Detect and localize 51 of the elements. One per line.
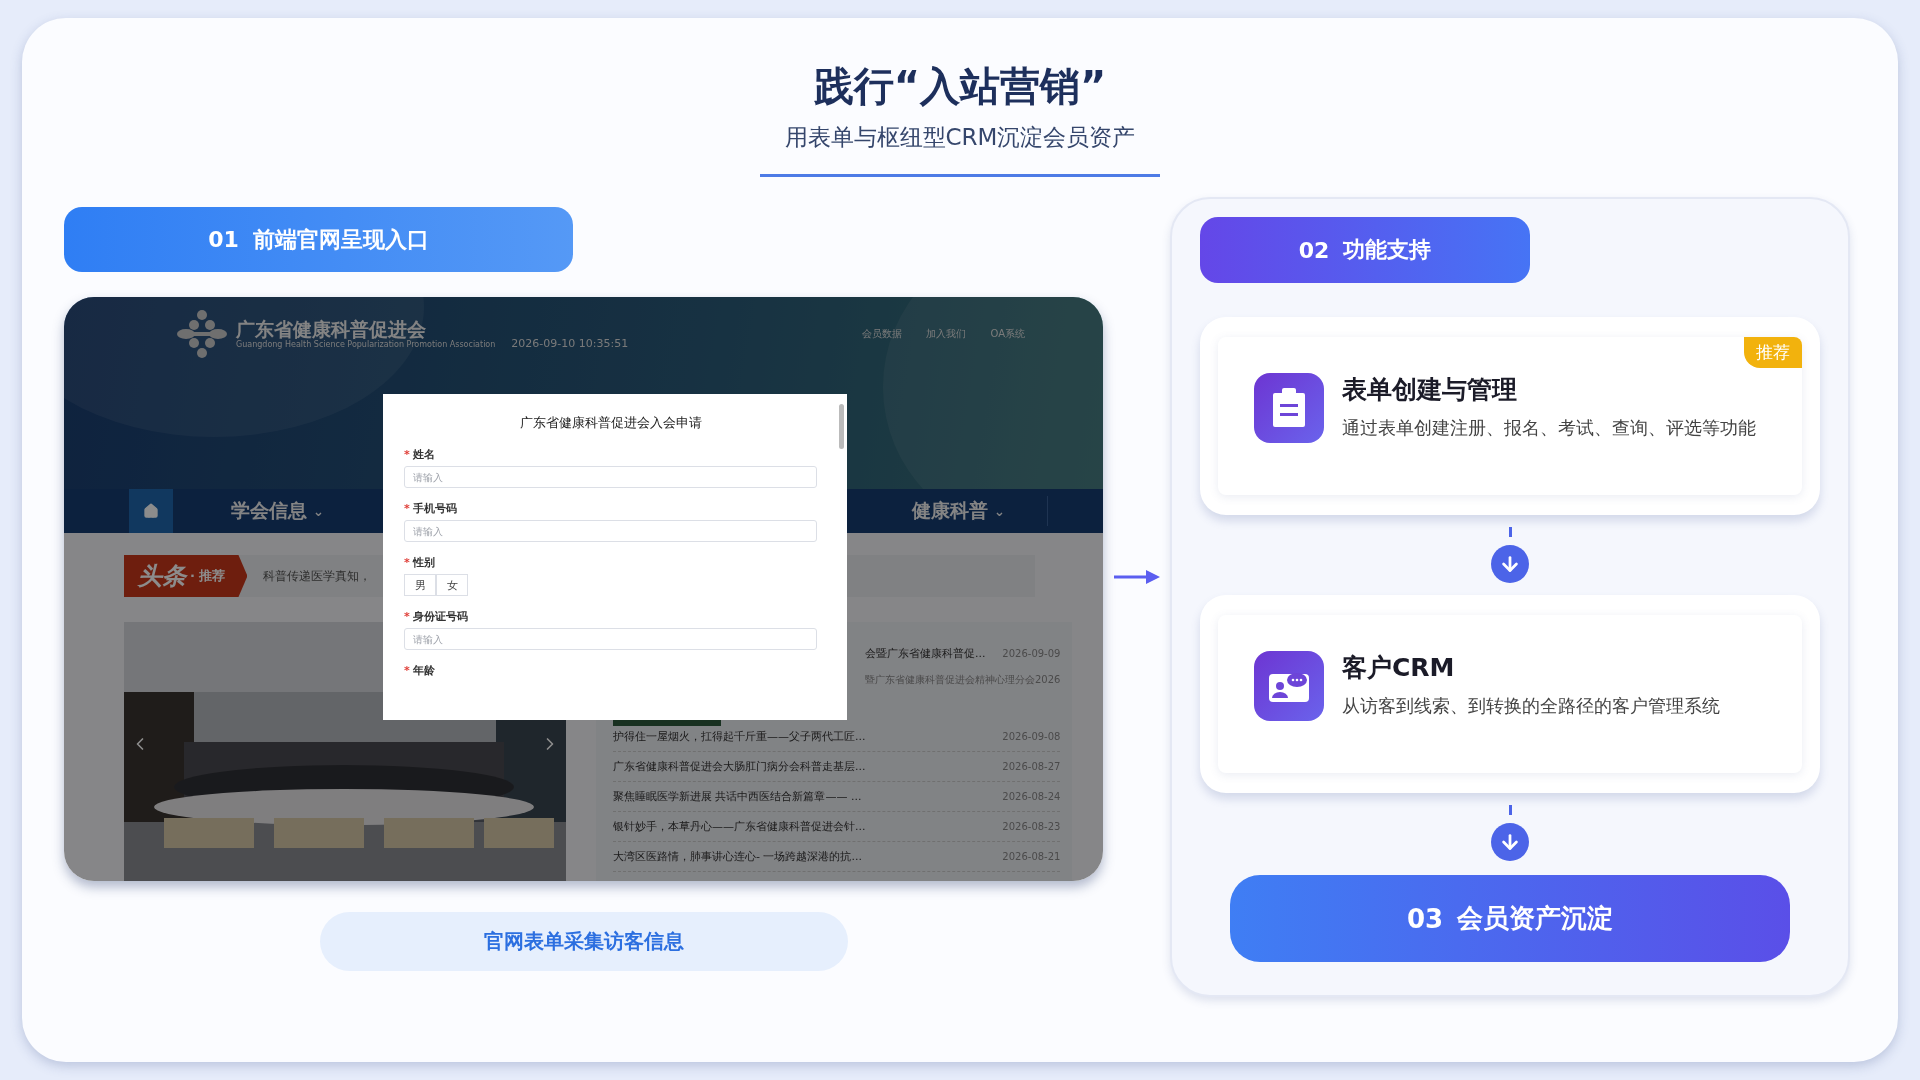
dialog-title: 广东省健康科普促进会入会申请 [518, 414, 703, 432]
step-label: 02 功能支持 [1200, 217, 1530, 283]
home-icon[interactable] [129, 489, 173, 533]
connector-drawing [1491, 805, 1529, 861]
headline-text: 科普传递医学真知， [263, 567, 372, 585]
news-date: 2026-08-23 [1002, 821, 1061, 832]
right-arrow-icon [1113, 569, 1160, 585]
input-field[interactable]: 请输入 [404, 628, 817, 650]
org-name-english: Guangdong Health Science Popularization Promotion Association [236, 340, 496, 350]
field-label: * 年龄 [404, 664, 436, 678]
top-link[interactable]: 会员数据 [862, 327, 903, 341]
caption: 官网表单采集访客信息 [319, 912, 848, 971]
feature-description: 从访客到线索、到转换的全路径的客户管理系统 [1342, 694, 1720, 718]
option-button[interactable]: 女 [436, 574, 468, 596]
feature-title: 表单创建与管理 [1342, 374, 1518, 406]
option-button[interactable]: 男 [404, 574, 436, 596]
news-title[interactable]: 银针妙手，本草丹心——广东省健康科普促进会针... [613, 819, 866, 834]
news-title[interactable]: 广东省健康科普促进会大肠肛门病分会科普走基层... [613, 759, 866, 774]
news-title[interactable]: 护得住一屋烟火，扛得起千斤重——父子两代工匠... [613, 729, 866, 744]
logo-icon [176, 309, 228, 359]
news-date: 2026-08-24 [1002, 791, 1061, 802]
feature-title: 客户CRM [1342, 652, 1456, 684]
result-label: 03 会员资产沉淀 [1230, 875, 1790, 962]
top-link[interactable]: OA系统 [990, 327, 1025, 341]
input-field[interactable]: 请输入 [404, 520, 817, 542]
top-link[interactable]: 加入我们 [926, 327, 967, 341]
contact-chat-icon [1254, 651, 1324, 721]
field-label: * 手机号码 [404, 502, 458, 516]
news-title[interactable]: 大湾区医路情，肺事讲心连心- 一场跨越深港的抗... [613, 849, 862, 864]
step-label: 01 前端官网呈现入口 [64, 207, 573, 272]
scrollbar [839, 404, 844, 449]
page-title: 践行“入站营销” [813, 62, 1107, 110]
news-date: 2026-09-08 [1002, 731, 1061, 742]
nav-item[interactable]: 学会信息 ⌄ [231, 498, 324, 524]
org-name: 广东省健康科普促进会 [236, 318, 426, 340]
news-date: 2026-08-27 [1002, 761, 1061, 772]
news-title[interactable]: 会暨广东省健康科普促... [865, 646, 986, 661]
news-date: 2026-08-21 [1002, 851, 1061, 862]
news-date: 2026-09-09 [1002, 648, 1061, 659]
datetime: 2026-09-10 10:35:51 [511, 337, 629, 350]
feature-description: 通过表单创建注册、报名、考试、查询、评选等功能 [1342, 416, 1756, 440]
field-label: * 姓名 [404, 448, 436, 462]
field-label: * 身份证号码 [404, 610, 469, 624]
nav-item[interactable]: 健康科普 ⌄ [912, 498, 1005, 524]
input-field[interactable]: 请输入 [404, 466, 817, 488]
recommend-badge: 推荐 [1744, 337, 1802, 368]
field-label: * 性别 [404, 556, 436, 570]
clipboard-icon [1254, 373, 1324, 443]
news-title[interactable]: 聚焦睡眠医学新进展 共话中西医结合新篇章—— ... [613, 789, 862, 804]
page-subtitle: 用表单与枢纽型CRM沉淀会员资产 [784, 123, 1136, 152]
connector-drawing [1491, 527, 1529, 583]
